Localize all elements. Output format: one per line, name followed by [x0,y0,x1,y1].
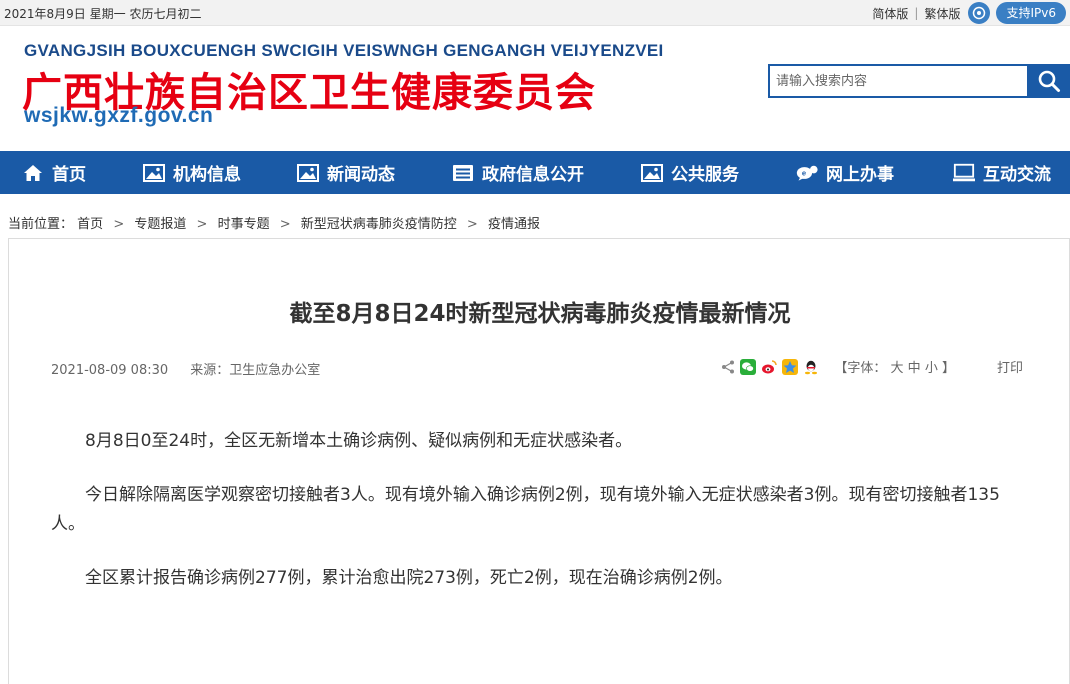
article-source: 来源：卫生应急办公室 [190,363,321,378]
image-icon [297,163,319,183]
traditional-chinese-link[interactable]: 繁体版 [924,5,960,22]
nav-label: 政府信息公开 [482,165,584,185]
svg-text:e: e [802,168,806,177]
font-size-large-button[interactable]: 大 [891,361,904,376]
breadcrumb-separator: > [113,217,125,232]
top-bar: 2021年8月9日 星期一 农历七月初二 简体版 | 繁体版 支持IPv6 [0,0,1070,26]
breadcrumb-separator: > [196,217,208,232]
breadcrumb-home[interactable]: 首页 [77,217,103,232]
site-url: wsjkw.gxzf.gov.cn [24,104,214,127]
image-icon [143,163,165,183]
document-icon [452,163,474,183]
breadcrumb-covid-prevention[interactable]: 新型冠状病毒肺炎疫情防控 [301,217,457,232]
nav-label: 公共服务 [671,165,739,185]
nav-item-online-services[interactable]: e 网上办事 [796,151,894,194]
site-name-zhuang: GVANGJSIH BOUXCUENGH SWCIGIH VEISWNGH GE… [24,41,664,60]
search-button[interactable] [1027,64,1070,98]
nav-item-gov-info[interactable]: 政府信息公开 [452,151,584,194]
search-icon [1038,70,1060,92]
breadcrumb-separator: > [466,217,478,232]
qq-icon[interactable] [803,359,819,375]
nav-item-news[interactable]: 新闻动态 [297,151,395,194]
print-button[interactable]: 打印 [997,357,1023,376]
ipv6-badge: 支持IPv6 [996,2,1066,24]
nav-label: 互动交流 [983,165,1051,185]
search-box [768,64,1070,98]
nav-label: 首页 [52,165,86,185]
nav-label: 新闻动态 [327,165,395,185]
nav-item-public-services[interactable]: 公共服务 [641,151,739,194]
home-icon [22,163,44,183]
article-tools: 【字体： 大 中 小 】 打印 [720,357,1023,376]
article-meta: 2021-08-09 08:30 来源：卫生应急办公室 [51,359,320,378]
font-size-medium-button[interactable]: 中 [908,361,921,376]
simplified-chinese-link[interactable]: 简体版 [872,5,908,22]
current-date: 2021年8月9日 星期一 农历七月初二 [4,7,202,21]
image-icon [641,163,663,183]
nav-item-home[interactable]: 首页 [22,151,86,194]
lang-separator: | [914,6,919,20]
monitor-icon [953,163,975,183]
article-paragraph: 8月8日0至24时，全区无新增本土确诊病例、疑似病例和无症状感染者。 [85,431,633,451]
wechat-icon[interactable] [740,358,757,375]
top-bar-links: 简体版 | 繁体版 支持IPv6 [872,2,1066,24]
font-size-small-button[interactable]: 小 [925,361,938,376]
breadcrumb: 当前位置： 首页 > 专题报道 > 时事专题 > 新型冠状病毒肺炎疫情防控 > … [8,213,540,232]
breadcrumb-epidemic-report[interactable]: 疫情通报 [488,217,540,232]
article-paragraph: 今日解除隔离医学观察密切接触者3人。现有境外输入确诊病例2例，现有境外输入无症状… [51,485,1000,534]
main-nav: 首页 机构信息 新闻动态 政府信息公开 公共服务 e 网上办事 互动交流 [0,151,1070,194]
breadcrumb-current-affairs[interactable]: 时事专题 [218,217,270,232]
font-size-label: 【字体： [834,361,887,376]
share-icon[interactable] [720,359,736,375]
accessibility-icon[interactable] [968,2,991,24]
article-datetime: 2021-08-09 08:30 [51,363,169,378]
search-input[interactable] [768,64,1027,98]
article-container: 截至8月8日24时新型冠状病毒肺炎疫情最新情况 2021-08-09 08:30… [8,238,1070,684]
font-size-label-close: 】 [941,361,955,376]
article-paragraph: 全区累计报告确诊病例277例，累计治愈出院273例，死亡2例，现在治确诊病例2例… [85,568,733,588]
breadcrumb-special-reports[interactable]: 专题报道 [134,217,186,232]
nav-label: 网上办事 [826,165,894,185]
article-body: 8月8日0至24时，全区无新增本土确诊病例、疑似病例和无症状感染者。 今日解除隔… [51,427,1031,618]
weibo-icon[interactable] [761,359,778,375]
nav-item-interaction[interactable]: 互动交流 [953,151,1051,194]
chat-icon: e [796,163,818,183]
nav-item-institution-info[interactable]: 机构信息 [143,151,241,194]
site-header: GVANGJSIH BOUXCUENGH SWCIGIH VEISWNGH GE… [0,27,1070,151]
font-size-control: 【字体： 大 中 小 】 [834,357,955,376]
breadcrumb-prefix: 当前位置： [8,217,74,232]
breadcrumb-separator: > [279,217,291,232]
qzone-icon[interactable] [782,358,799,375]
nav-label: 机构信息 [173,165,241,185]
article-title: 截至8月8日24时新型冠状病毒肺炎疫情最新情况 [289,301,791,327]
